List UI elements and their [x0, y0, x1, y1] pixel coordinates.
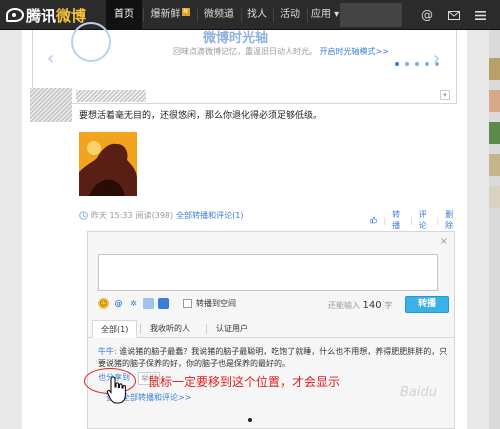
sidebar-avatar-thumb[interactable] — [489, 186, 500, 208]
post-actions: | 转播 | 评论 | 删除 — [370, 209, 457, 231]
annotation-instruction: 鼠标一定要移到这个位置，才会显示 — [148, 375, 341, 389]
pagination-dot[interactable] — [435, 62, 439, 66]
nav-home[interactable]: 首页 — [106, 0, 142, 30]
video-icon[interactable] — [158, 298, 169, 309]
char-counter-number: 140 — [362, 300, 382, 311]
main-feed-panel: ‹ › 微博时光轴 回味点滴微博记忆，重温旧日动人时光。 开启时光轴模式>> ▾… — [22, 22, 467, 429]
comment-author[interactable]: 牛牛: — [98, 347, 117, 356]
repost-textarea[interactable] — [98, 254, 438, 291]
right-sidebar — [489, 30, 500, 429]
close-icon[interactable]: × — [440, 236, 448, 247]
mention-icon[interactable]: @ — [415, 0, 439, 30]
nav-apps-dropdown[interactable]: 应用 ▾ — [308, 0, 342, 30]
comment-item: 牛牛: 谁说猪的脑子最蠢？我说猪的脑子最聪明，吃饱了就睡，什么也不用想，养得肥肥… — [98, 346, 448, 370]
mail-icon[interactable] — [442, 0, 466, 30]
weibo-logo-icon — [6, 8, 24, 22]
banner-prev-arrow-icon[interactable]: ‹ — [47, 48, 54, 69]
post-read-count: 阅读(398) — [135, 211, 174, 220]
logo-text-weibo: 微博 — [56, 6, 87, 25]
rock-silhouette-image — [79, 132, 137, 196]
all-reposts-comments-link[interactable]: 全部转播和评论(1) — [176, 210, 243, 221]
repost-button[interactable]: 转播 — [392, 209, 404, 231]
post-meta: 昨天 15:33 阅读(398) 全部转播和评论(1) — [79, 210, 243, 221]
time-sync-icon — [79, 211, 88, 220]
sidebar-avatar-thumb[interactable] — [489, 154, 500, 176]
action-divider: | — [436, 215, 440, 225]
pagination-dot[interactable] — [425, 62, 429, 66]
composer-toolbar: ☺ @ ✲ 转播到空间 — [98, 298, 236, 309]
banner-subtitle: 回味点滴微博记忆，重温旧日动人时光。 开启时光轴模式>> — [173, 46, 389, 57]
banner-pagination — [395, 62, 439, 66]
author-name-blurred[interactable] — [76, 90, 146, 102]
char-counter-suffix: 字 — [384, 301, 393, 310]
tab-divider — [206, 324, 207, 334]
nav-trending-label: 爆新鲜 — [150, 9, 181, 20]
post-text: 要想活着毫无目的，还很悠闲，那么你退化得必须足够低级。 — [79, 111, 323, 121]
topic-icon[interactable]: ✲ — [128, 298, 139, 309]
comment-filter-tabs: 全部(1) 我收听的人 认证用户 — [88, 320, 454, 338]
hand-cursor-icon — [106, 376, 126, 404]
page-indicator-dot — [248, 418, 252, 422]
image-icon[interactable] — [143, 298, 154, 309]
comment-button[interactable]: 评论 — [419, 209, 431, 231]
avatar[interactable] — [30, 88, 72, 122]
repost-submit-button[interactable]: 转播 — [405, 296, 449, 313]
post-image[interactable] — [79, 132, 137, 196]
pagination-dot[interactable] — [395, 62, 399, 66]
mention-icon[interactable]: @ — [113, 298, 124, 309]
banner-subtitle-text: 回味点滴微博记忆，重温旧日动人时光。 — [173, 47, 317, 56]
tab-divider — [140, 324, 141, 334]
tab-verified[interactable]: 认证用户 — [208, 320, 256, 338]
pagination-dot[interactable] — [405, 62, 409, 66]
pagination-dot[interactable] — [415, 62, 419, 66]
banner-headline: 微博时光轴 — [203, 31, 269, 46]
char-counter-prefix: 还能输入 — [328, 301, 360, 310]
timeline-circle-icon — [71, 22, 111, 62]
nav-trending[interactable]: 爆新鲜 N — [144, 0, 196, 30]
menu-icon[interactable] — [468, 0, 492, 30]
tencent-weibo-logo[interactable]: 腾讯 微博 — [6, 5, 86, 25]
share-to-qzone-checkbox[interactable] — [183, 299, 192, 308]
post-time[interactable]: 昨天 15:33 — [91, 210, 133, 221]
nav-events[interactable]: 活动 — [274, 0, 306, 30]
sidebar-avatar-thumb[interactable] — [489, 122, 500, 144]
sidebar-avatar-thumb[interactable] — [489, 90, 500, 112]
top-navigation-bar: 腾讯 微博 首页 爆新鲜 N 微频道 找人 活动 应用 ▾ @ — [0, 0, 500, 30]
share-to-qzone-label: 转播到空间 — [196, 299, 236, 308]
search-input[interactable] — [340, 3, 402, 27]
open-timeline-link[interactable]: 开启时光轴模式>> — [320, 47, 389, 56]
action-divider: | — [383, 215, 387, 225]
like-thumb-icon[interactable] — [370, 215, 378, 225]
logo-text-tencent: 腾讯 — [26, 6, 57, 25]
post-menu-icon[interactable]: ▾ — [440, 90, 450, 100]
tab-all[interactable]: 全部(1) — [92, 320, 138, 338]
sidebar-avatar-thumb[interactable] — [489, 58, 500, 80]
new-badge-icon: N — [181, 8, 190, 16]
watermark: Baidu — [400, 385, 437, 400]
emoji-icon[interactable]: ☺ — [98, 298, 109, 309]
action-divider: | — [409, 215, 413, 225]
comment-text: 谁说猪的脑子最蠢？我说猪的脑子最聪明，吃饱了就睡，什么也不用想，养得肥肥胖胖的，… — [98, 347, 448, 368]
nav-channels[interactable]: 微频道 — [198, 0, 240, 30]
char-counter: 还能输入 140 字 — [328, 300, 392, 311]
nav-find-people[interactable]: 找人 — [242, 0, 272, 30]
delete-button[interactable]: 删除 — [445, 209, 457, 231]
tab-following[interactable]: 我收听的人 — [142, 320, 198, 338]
